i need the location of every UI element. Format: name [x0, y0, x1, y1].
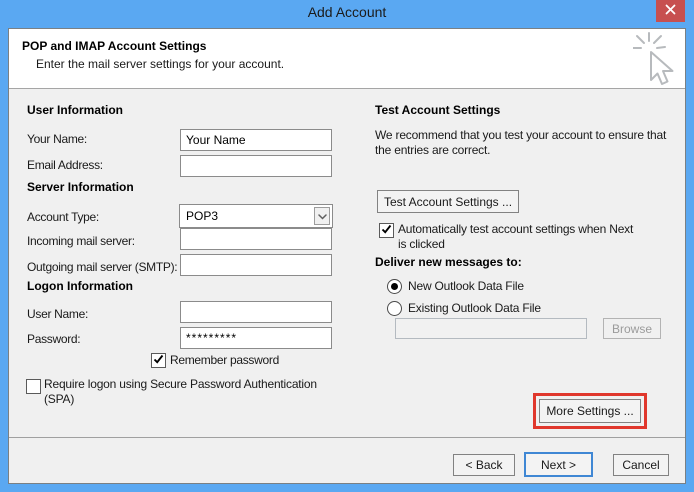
outgoing-server-input[interactable]: [180, 254, 332, 276]
email-address-label: Email Address:: [27, 158, 103, 172]
email-address-input[interactable]: [180, 155, 332, 177]
browse-button: Browse: [603, 318, 661, 339]
checkmark-icon: [153, 352, 164, 370]
remember-password-label[interactable]: Remember password: [170, 353, 279, 367]
outgoing-server-label: Outgoing mail server (SMTP):: [27, 260, 178, 274]
spa-checkbox[interactable]: [26, 379, 41, 394]
titlebar: Add Account: [0, 0, 694, 28]
radio-dot-icon: [391, 283, 398, 290]
spa-label-line1[interactable]: Require logon using Secure Password Auth…: [44, 377, 317, 391]
cancel-button[interactable]: Cancel: [613, 454, 669, 476]
incoming-server-label: Incoming mail server:: [27, 234, 135, 248]
auto-test-label-line2[interactable]: is clicked: [398, 237, 445, 251]
spa-label-line2[interactable]: (SPA): [44, 392, 74, 406]
incoming-server-input[interactable]: [180, 228, 332, 250]
data-file-path-input: [395, 318, 587, 339]
dropdown-arrow-button[interactable]: [314, 207, 330, 225]
test-account-settings-button[interactable]: Test Account Settings ...: [377, 190, 519, 213]
existing-data-file-radio[interactable]: [387, 301, 402, 316]
checkmark-icon: [28, 378, 39, 396]
server-information-heading: Server Information: [27, 180, 134, 194]
test-description-line2: the entries are correct.: [375, 143, 491, 157]
account-type-value: POP3: [186, 209, 219, 223]
deliver-messages-heading: Deliver new messages to:: [375, 255, 522, 269]
account-type-label: Account Type:: [27, 210, 99, 224]
new-data-file-label[interactable]: New Outlook Data File: [408, 279, 524, 293]
test-description-line1: We recommend that you test your account …: [375, 128, 667, 142]
remember-password-checkbox[interactable]: [151, 353, 166, 368]
your-name-input[interactable]: [180, 129, 332, 151]
password-label: Password:: [27, 332, 81, 346]
chevron-down-icon: [317, 207, 327, 225]
close-icon: [665, 2, 676, 20]
window-title: Add Account: [307, 4, 387, 20]
close-button[interactable]: [656, 0, 685, 22]
your-name-label: Your Name:: [27, 132, 87, 146]
dialog-body: POP and IMAP Account Settings Enter the …: [8, 28, 686, 484]
page-title: POP and IMAP Account Settings: [22, 39, 207, 53]
wizard-header: POP and IMAP Account Settings Enter the …: [9, 29, 685, 89]
account-type-dropdown[interactable]: POP3: [179, 204, 333, 228]
user-information-heading: User Information: [27, 103, 124, 117]
new-data-file-radio[interactable]: [387, 279, 402, 294]
auto-test-label-line1[interactable]: Automatically test account settings when…: [398, 222, 633, 236]
logon-user-name-label: User Name:: [27, 307, 89, 321]
auto-test-checkbox[interactable]: [379, 223, 394, 238]
footer-divider: [9, 437, 685, 438]
cursor-click-icon: [632, 32, 685, 91]
password-input[interactable]: [180, 327, 332, 349]
page-subtitle: Enter the mail server settings for your …: [36, 57, 285, 71]
next-button[interactable]: Next >: [524, 452, 593, 477]
test-account-settings-heading: Test Account Settings: [375, 103, 501, 117]
add-account-dialog: Add Account POP and IMAP Account Setting…: [0, 0, 694, 492]
existing-data-file-label[interactable]: Existing Outlook Data File: [408, 301, 541, 315]
checkmark-icon: [381, 222, 392, 240]
back-button[interactable]: < Back: [453, 454, 515, 476]
logon-user-name-input[interactable]: [180, 301, 332, 323]
logon-information-heading: Logon Information: [27, 279, 133, 293]
more-settings-button[interactable]: More Settings ...: [539, 399, 641, 423]
